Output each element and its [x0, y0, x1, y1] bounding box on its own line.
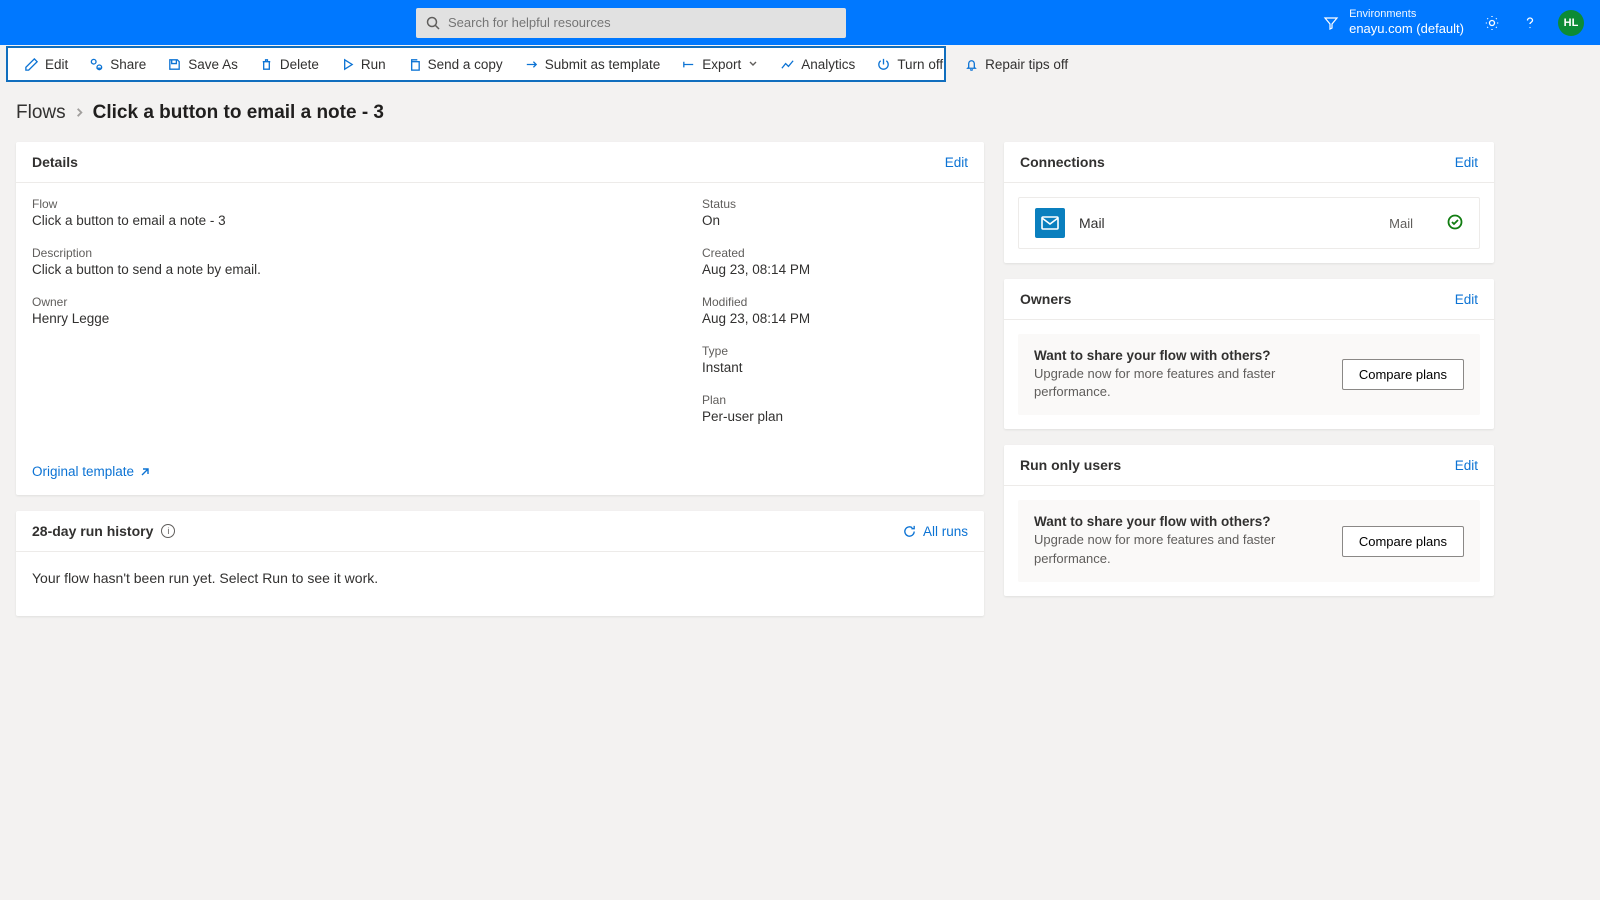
env-label: Environments	[1349, 8, 1464, 21]
owner-value: Henry Legge	[32, 311, 662, 326]
original-template-link[interactable]: Original template	[32, 464, 662, 479]
details-edit-link[interactable]: Edit	[945, 155, 968, 170]
description-value: Click a button to send a note by email.	[32, 262, 662, 277]
check-icon	[1447, 214, 1463, 233]
compare-plans-button[interactable]: Compare plans	[1342, 526, 1464, 557]
submit-template-button[interactable]: Submit as template	[515, 53, 670, 76]
help-button[interactable]	[1520, 13, 1540, 33]
filter-icon	[1323, 15, 1339, 31]
all-runs-link[interactable]: All runs	[902, 524, 968, 539]
edit-button[interactable]: Edit	[15, 53, 77, 76]
run-button[interactable]: Run	[331, 53, 395, 76]
type-value: Instant	[702, 360, 810, 375]
created-value: Aug 23, 08:14 PM	[702, 262, 810, 277]
external-link-icon	[139, 466, 151, 478]
flow-value: Click a button to email a note - 3	[32, 213, 662, 228]
owners-card: Owners Edit Want to share your flow with…	[1004, 279, 1494, 429]
modified-value: Aug 23, 08:14 PM	[702, 311, 810, 326]
settings-button[interactable]	[1482, 13, 1502, 33]
top-header: Environments enayu.com (default) HL	[0, 0, 1600, 45]
gear-icon	[1483, 14, 1501, 32]
status-value: On	[702, 213, 810, 228]
plan-value: Per-user plan	[702, 409, 810, 424]
mail-icon	[1035, 208, 1065, 238]
promo-desc: Upgrade now for more features and faster…	[1034, 531, 1322, 567]
edit-icon	[24, 57, 39, 72]
search-box[interactable]	[416, 8, 846, 38]
repair-tips-button[interactable]: Repair tips off	[955, 53, 1077, 76]
save-as-button[interactable]: Save As	[158, 53, 247, 76]
run-only-promo: Want to share your flow with others? Upg…	[1018, 500, 1480, 581]
run-only-title: Run only users	[1020, 457, 1121, 473]
plan-label: Plan	[702, 393, 810, 407]
compare-plans-button[interactable]: Compare plans	[1342, 359, 1464, 390]
play-icon	[340, 57, 355, 72]
search-input[interactable]	[448, 15, 836, 30]
breadcrumb-current: Click a button to email a note - 3	[93, 102, 384, 124]
environment-picker[interactable]: Environments enayu.com (default)	[1323, 8, 1464, 37]
owners-title: Owners	[1020, 291, 1071, 307]
connections-card: Connections Edit Mail Mail	[1004, 142, 1494, 263]
created-label: Created	[702, 246, 810, 260]
owners-promo: Want to share your flow with others? Upg…	[1018, 334, 1480, 415]
modified-label: Modified	[702, 295, 810, 309]
chevron-down-icon	[747, 57, 759, 72]
chart-icon	[780, 57, 795, 72]
chevron-right-icon	[74, 105, 85, 121]
delete-button[interactable]: Delete	[250, 53, 328, 76]
details-title: Details	[32, 154, 78, 170]
promo-title: Want to share your flow with others?	[1034, 514, 1322, 529]
env-name: enayu.com (default)	[1349, 21, 1464, 37]
search-icon	[426, 16, 440, 30]
export-button[interactable]: Export	[672, 53, 768, 76]
breadcrumb: Flows Click a button to email a note - 3	[0, 82, 1600, 142]
connection-row[interactable]: Mail Mail	[1018, 197, 1480, 249]
connections-title: Connections	[1020, 154, 1105, 170]
share-icon	[89, 57, 104, 72]
run-history-title: 28-day run history	[32, 523, 153, 539]
refresh-icon	[902, 524, 917, 539]
share-button[interactable]: Share	[80, 53, 155, 76]
info-icon[interactable]: i	[161, 524, 175, 538]
user-avatar[interactable]: HL	[1558, 10, 1584, 36]
promo-desc: Upgrade now for more features and faster…	[1034, 365, 1322, 401]
description-label: Description	[32, 246, 662, 260]
analytics-button[interactable]: Analytics	[771, 53, 864, 76]
send-copy-button[interactable]: Send a copy	[398, 53, 512, 76]
connections-edit-link[interactable]: Edit	[1455, 155, 1478, 170]
connection-name: Mail	[1079, 215, 1105, 231]
owner-label: Owner	[32, 295, 662, 309]
export-icon	[681, 57, 696, 72]
command-bar: Edit Share Save As Delete Run Send a cop…	[6, 46, 946, 82]
submit-icon	[524, 57, 539, 72]
turn-off-button[interactable]: Turn off	[867, 53, 952, 76]
connection-type: Mail	[1389, 216, 1413, 231]
run-history-card: 28-day run history i All runs Your flow …	[16, 511, 984, 616]
owners-edit-link[interactable]: Edit	[1455, 292, 1478, 307]
delete-icon	[259, 57, 274, 72]
status-label: Status	[702, 197, 810, 211]
help-icon	[1521, 14, 1539, 32]
flow-label: Flow	[32, 197, 662, 211]
bell-icon	[964, 57, 979, 72]
breadcrumb-root[interactable]: Flows	[16, 102, 66, 124]
run-history-empty: Your flow hasn't been run yet. Select Ru…	[16, 552, 984, 616]
copy-icon	[407, 57, 422, 72]
type-label: Type	[702, 344, 810, 358]
run-only-edit-link[interactable]: Edit	[1455, 458, 1478, 473]
power-icon	[876, 57, 891, 72]
save-icon	[167, 57, 182, 72]
promo-title: Want to share your flow with others?	[1034, 348, 1322, 363]
run-only-users-card: Run only users Edit Want to share your f…	[1004, 445, 1494, 595]
run-link[interactable]: Run	[262, 570, 288, 586]
details-card: Details Edit Flow Click a button to email…	[16, 142, 984, 495]
